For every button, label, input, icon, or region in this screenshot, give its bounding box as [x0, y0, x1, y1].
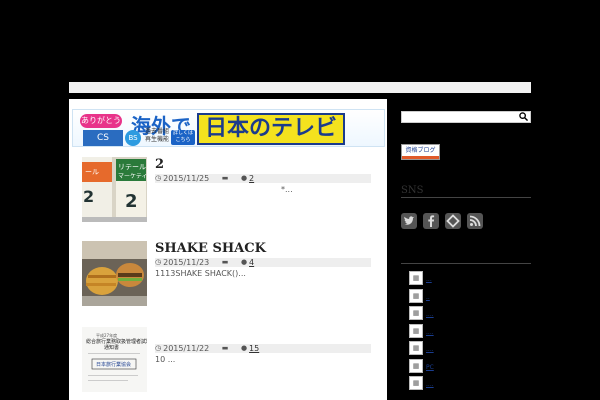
banner-big-text: 日本のテレビ — [197, 113, 346, 145]
feedly-icon[interactable] — [445, 213, 462, 229]
search-icon[interactable] — [518, 112, 528, 122]
thumbnail-icon: ▦ — [409, 323, 423, 338]
post-date: 2015/11/23 — [163, 258, 210, 267]
thumbnail-icon: ▦ — [409, 358, 423, 373]
thumbnail-icon: ▦ — [409, 306, 423, 320]
banner-cs: CS — [83, 130, 123, 146]
post-thumbnail[interactable] — [82, 241, 147, 306]
main-content: ありがとう 海外で CS BS 過去番組 再生機能 詳しくは こちら 日本のテレ… — [69, 99, 387, 400]
blog-badge-bar — [402, 156, 439, 159]
post-thumbnail[interactable]: ール 2 リテール マーケティ 2 — [82, 157, 147, 222]
divider — [401, 197, 531, 198]
comment-icon: ● — [240, 344, 248, 352]
banner-small-text: 過去番組 再生機能 — [145, 128, 170, 143]
post-meta: ◷ 2015/11/22 ▬ ● 15 — [155, 344, 371, 353]
post-thumbnail[interactable]: 平成27年度 総合旅行業務取扱管理者試験 通知書 日本旅行業協会 — [82, 327, 147, 392]
clock-icon: ◷ — [155, 258, 162, 266]
svg-text:通知書: 通知書 — [104, 344, 119, 351]
rss-icon[interactable] — [467, 213, 484, 229]
thumbnail-icon: ▦ — [409, 271, 423, 285]
clock-icon: ◷ — [155, 174, 162, 182]
comment-count-link[interactable]: 2 — [249, 174, 254, 183]
comment-icon: ● — [240, 174, 248, 182]
svg-text:ール: ール — [85, 168, 99, 176]
banner-button[interactable]: 詳しくは こちら — [171, 130, 195, 145]
svg-text:リテール: リテール — [118, 163, 146, 171]
post-title[interactable]: SHAKE SHACK — [155, 241, 266, 256]
banner-pill: ありがとう — [80, 114, 122, 128]
folder-icon: ▬ — [221, 174, 229, 182]
svg-text:平成27年度: 平成27年度 — [96, 332, 117, 338]
sns-icon-row — [401, 213, 484, 232]
post-excerpt: *... — [281, 185, 293, 194]
post-excerpt: 10 ... — [155, 355, 176, 364]
top-nav-bar — [69, 82, 531, 93]
clock-icon: ◷ — [155, 344, 162, 352]
folder-icon: ▬ — [221, 344, 229, 352]
ad-banner[interactable]: ありがとう 海外で CS BS 過去番組 再生機能 詳しくは こちら 日本のテレ… — [72, 109, 385, 147]
post-meta: ◷ 2015/11/25 ▬ ● 2 — [155, 174, 371, 183]
comment-count-link[interactable]: 4 — [249, 258, 254, 267]
folder-icon: ▬ — [221, 258, 229, 266]
post-item[interactable]: ール 2 リテール マーケティ 2 2 ◷ 2015/11/25 ▬ ● 2 *..… — [82, 157, 378, 227]
twitter-icon[interactable] — [401, 213, 417, 229]
blog-ranking-badge[interactable]: 資格ブログ — [401, 144, 440, 160]
post-item[interactable]: SHAKE SHACK ◷ 2015/11/23 ▬ ● 4 1113SHAKE S… — [82, 241, 378, 311]
comment-count-link[interactable]: 15 — [249, 344, 259, 353]
comment-icon: ● — [240, 258, 248, 266]
divider — [401, 263, 531, 264]
search-input[interactable] — [401, 111, 531, 123]
post-excerpt: 1113SHAKE SHACK()... — [155, 269, 246, 278]
thumbnail-icon: ▦ — [409, 341, 423, 355]
post-item[interactable]: 平成27年度 総合旅行業務取扱管理者試験 通知書 日本旅行業協会 ◷ 2015/1… — [82, 327, 378, 397]
sns-heading: SNS — [401, 185, 424, 196]
svg-text:総合旅行業務取扱管理者試験: 総合旅行業務取扱管理者試験 — [86, 338, 147, 345]
post-date: 2015/11/25 — [163, 174, 210, 183]
post-date: 2015/11/22 — [163, 344, 210, 353]
thumbnail-icon: ▦ — [409, 376, 423, 390]
svg-text:日本旅行業協会: 日本旅行業協会 — [96, 361, 131, 368]
facebook-icon[interactable] — [423, 213, 440, 229]
banner-bs: BS — [125, 130, 141, 146]
blog-badge-label: 資格ブログ — [405, 147, 436, 154]
svg-text:2: 2 — [125, 191, 138, 212]
svg-text:2: 2 — [83, 187, 94, 206]
thumbnail-icon: ▦ — [409, 288, 423, 303]
post-title[interactable]: 2 — [155, 157, 164, 172]
svg-text:マーケティ: マーケティ — [118, 173, 147, 180]
post-meta: ◷ 2015/11/23 ▬ ● 4 — [155, 258, 371, 267]
